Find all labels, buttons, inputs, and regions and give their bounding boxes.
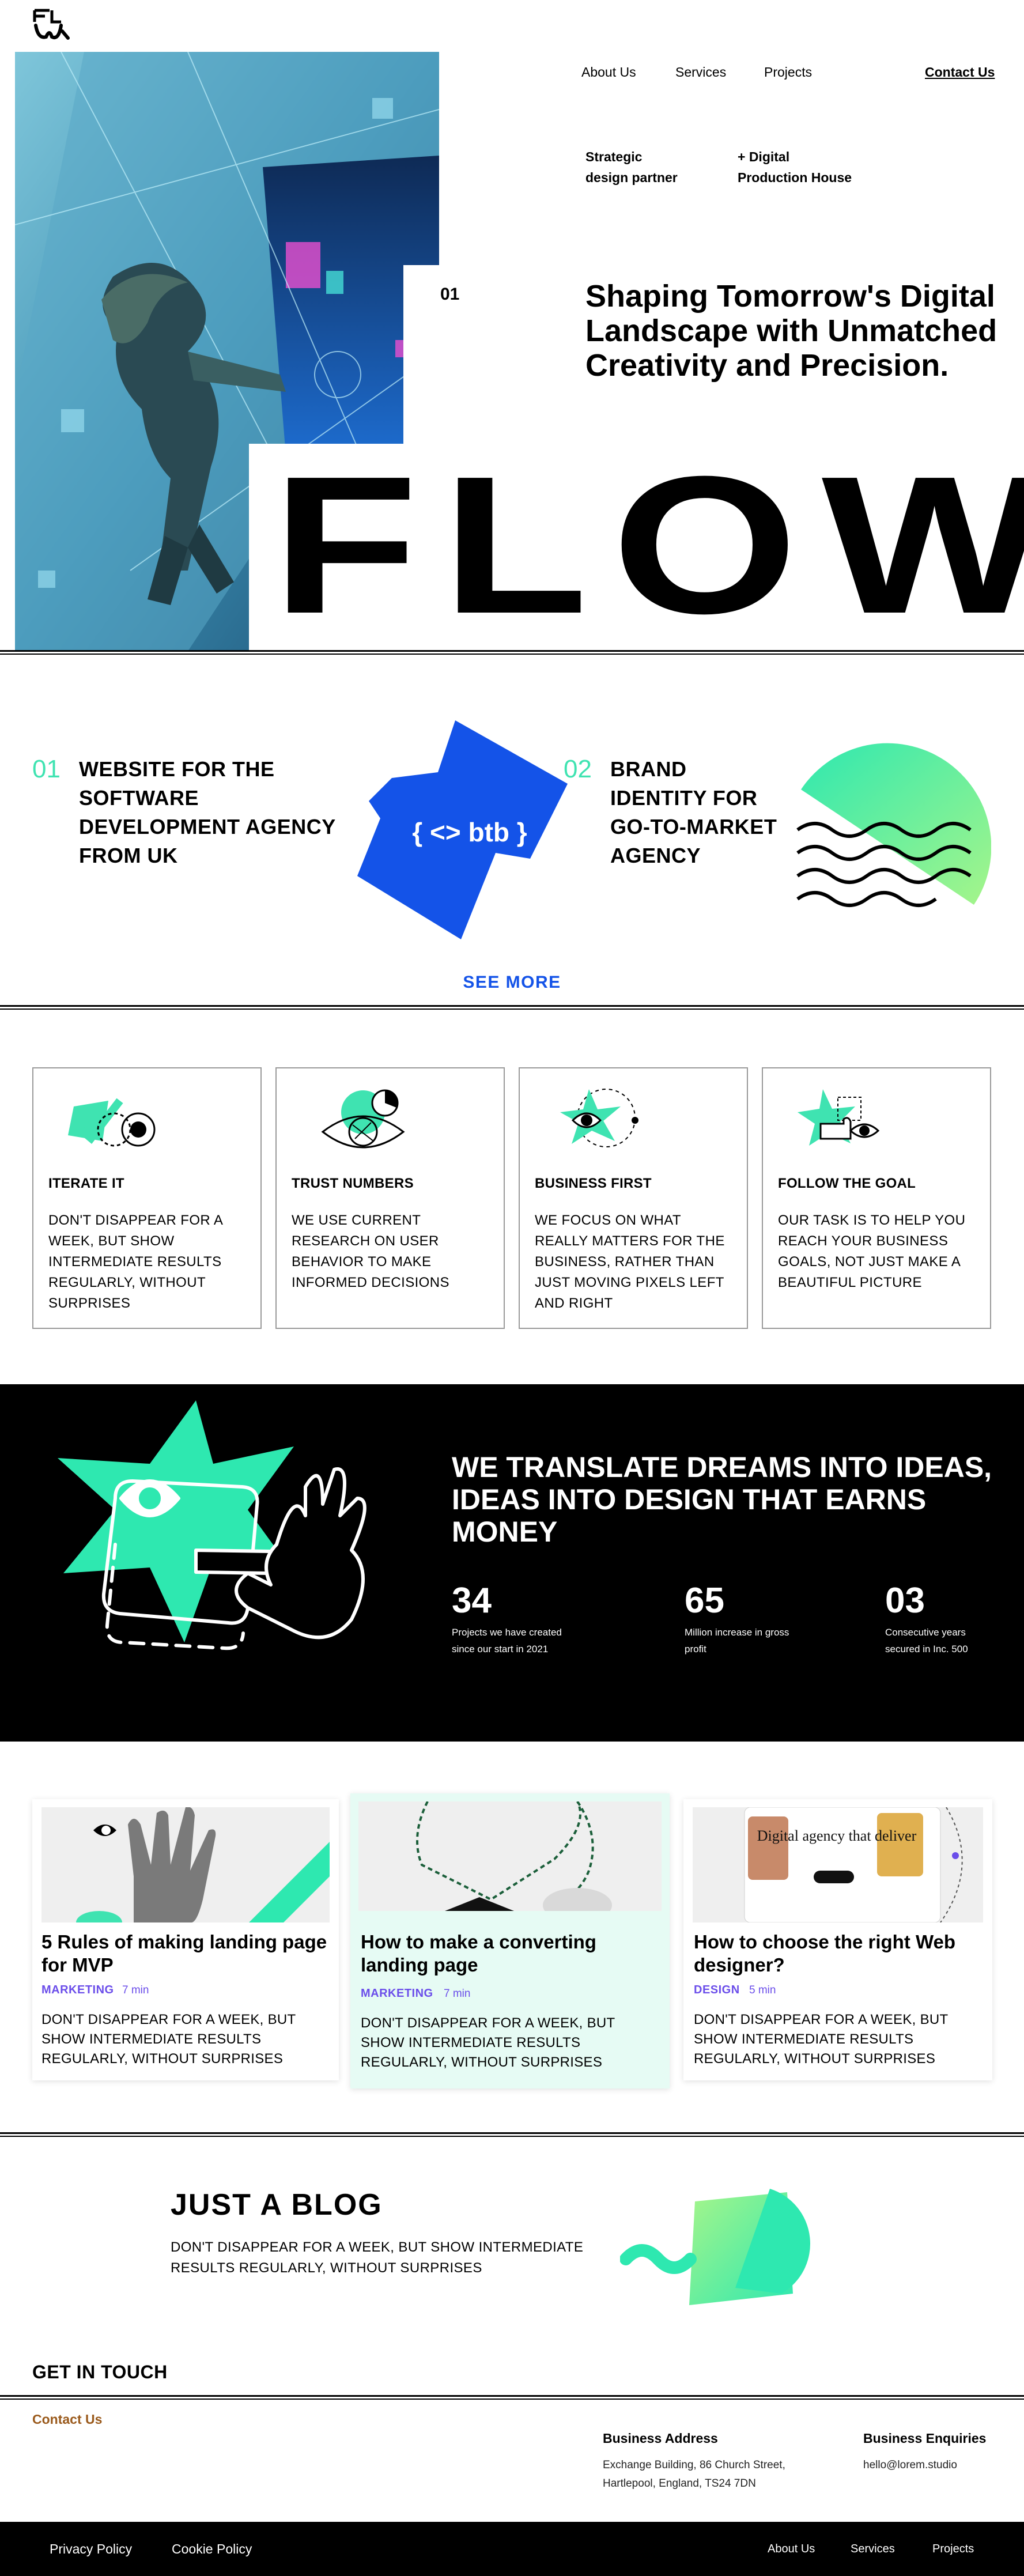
section-divider <box>0 2395 1024 2400</box>
stat-value: 03 <box>885 1581 925 1621</box>
stat-value: 34 <box>452 1581 492 1621</box>
nav-projects[interactable]: Projects <box>764 65 812 80</box>
nav-about[interactable]: About Us <box>581 65 636 80</box>
section-divider <box>0 650 1024 655</box>
project-title[interactable]: BRAND IDENTITY FOR GO-TO-MARKET AGENCY <box>610 755 777 870</box>
footer-nav-about[interactable]: About Us <box>768 2543 815 2556</box>
post-title[interactable]: How to make a converting landing page <box>361 1931 655 1977</box>
address-heading: Business Address <box>603 2431 718 2446</box>
post-thumbnail <box>358 1801 662 1911</box>
post-read-time: 5 min <box>749 1984 776 1996</box>
post-thumbnail: Digital agency that deliver <box>693 1807 983 1922</box>
section-divider <box>0 2132 1024 2137</box>
feature-title: BUSINESS FIRST <box>535 1176 652 1191</box>
nav-contact[interactable]: Contact Us <box>925 65 995 80</box>
feature-card: TRUST NUMBERS WE USE CURRENT RESEARCH ON… <box>275 1067 505 1329</box>
star-eye-icon <box>543 1083 658 1158</box>
project-title[interactable]: WEBSITE FOR THE SOFTWARE DEVELOPMENT AGE… <box>79 755 344 870</box>
enquiries-heading: Business Enquiries <box>863 2431 987 2446</box>
post-excerpt: DON'T DISAPPEAR FOR A WEEK, BUT SHOW INT… <box>41 2012 296 2067</box>
footer-nav-projects[interactable]: Projects <box>932 2543 974 2556</box>
feature-card: BUSINESS FIRST WE FOCUS ON WHAT REALLY M… <box>519 1067 748 1329</box>
feature-text: DON'T DISAPPEAR FOR A WEEK, BUT SHOW INT… <box>48 1213 222 1311</box>
email-link[interactable]: hello@lorem.studio <box>863 2456 957 2475</box>
post-category-tag[interactable]: MARKETING <box>41 1984 114 1997</box>
cookie-policy-link[interactable]: Cookie Policy <box>172 2541 252 2557</box>
post-title[interactable]: How to choose the right Web designer? <box>694 1931 982 1977</box>
tagline-right: + Digital Production House <box>738 149 852 185</box>
privacy-policy-link[interactable]: Privacy Policy <box>50 2541 132 2557</box>
post-thumbnail-caption: Digital agency that deliver <box>757 1827 917 1844</box>
hero-big-word: FLOW <box>272 436 1024 655</box>
brand-identity-thumbnail[interactable] <box>784 738 992 922</box>
post-read-time: 7 min <box>444 1988 471 2000</box>
section-divider <box>0 1005 1024 1010</box>
feature-title: FOLLOW THE GOAL <box>778 1176 916 1191</box>
blog-post-card[interactable]: Digital agency that deliver How to choos… <box>683 1799 992 2080</box>
feature-title: TRUST NUMBERS <box>292 1176 414 1191</box>
eye-chart-icon <box>300 1083 415 1158</box>
blog-post-card[interactable]: How to make a converting landing page MA… <box>350 1793 670 2088</box>
feature-text: OUR TASK IS TO HELP YOU REACH YOUR BUSIN… <box>778 1213 966 1290</box>
project-number: 02 <box>564 755 592 783</box>
stat-label: Consecutive years secured in Inc. 500 <box>885 1627 968 1655</box>
stat-value: 65 <box>685 1581 724 1621</box>
nav-services[interactable]: Services <box>675 65 726 80</box>
btb-badge-text: { <> btb } <box>412 817 527 847</box>
goal-puzzle-icon <box>786 1083 901 1158</box>
mission-illustration <box>52 1400 409 1712</box>
post-category-tag[interactable]: MARKETING <box>361 1987 433 2000</box>
brand-logo[interactable] <box>32 8 70 41</box>
hero-slide-number: 01 <box>440 285 460 304</box>
hero-title: Shaping Tomorrow's Digital Landscape wit… <box>585 279 997 383</box>
feature-card: FOLLOW THE GOAL OUR TASK IS TO HELP YOU … <box>762 1067 991 1329</box>
btb-project-thumbnail[interactable]: { <> btb } <box>357 720 576 939</box>
address-line: Exchange Building, 86 Church Street, <box>603 2459 785 2471</box>
post-excerpt: DON'T DISAPPEAR FOR A WEEK, BUT SHOW INT… <box>361 2015 615 2070</box>
post-thumbnail <box>41 1807 330 1922</box>
blog-heading: JUST A BLOG <box>171 2188 383 2222</box>
feature-title: ITERATE IT <box>48 1176 124 1191</box>
mission-title: WE TRANSLATE DREAMS INTO IDEAS, IDEAS IN… <box>452 1451 992 1548</box>
stat-label: Projects we have created since our start… <box>452 1627 562 1655</box>
post-read-time: 7 min <box>122 1984 149 1996</box>
stat-label: Million increase in gross profit <box>685 1627 789 1655</box>
get-in-touch-heading: GET IN TOUCH <box>32 2362 168 2382</box>
blog-post-card[interactable]: 5 Rules of making landing page for MVP M… <box>32 1799 339 2080</box>
feature-text: WE USE CURRENT RESEARCH ON USER BEHAVIOR… <box>292 1213 449 1290</box>
contact-us-link[interactable]: Contact Us <box>32 2412 102 2427</box>
feature-text: WE FOCUS ON WHAT REALLY MATTERS FOR THE … <box>535 1213 725 1311</box>
feature-card: ITERATE IT DON'T DISAPPEAR FOR A WEEK, B… <box>32 1067 262 1329</box>
blog-subtitle: DON'T DISAPPEAR FOR A WEEK, BUT SHOW INT… <box>171 2239 584 2276</box>
see-more-link[interactable]: SEE MORE <box>0 973 1024 992</box>
project-number: 01 <box>32 755 61 783</box>
tagline-left: Strategic design partner <box>585 149 678 185</box>
iterate-icon <box>56 1083 172 1158</box>
blog-illustration <box>619 2184 856 2322</box>
footer-nav-services[interactable]: Services <box>851 2543 895 2556</box>
address-line: Hartlepool, England, TS24 7DN <box>603 2477 756 2490</box>
post-excerpt: DON'T DISAPPEAR FOR A WEEK, BUT SHOW INT… <box>694 2012 949 2067</box>
post-category-tag[interactable]: DESIGN <box>694 1984 740 1997</box>
post-title[interactable]: 5 Rules of making landing page for MVP <box>41 1931 330 1977</box>
